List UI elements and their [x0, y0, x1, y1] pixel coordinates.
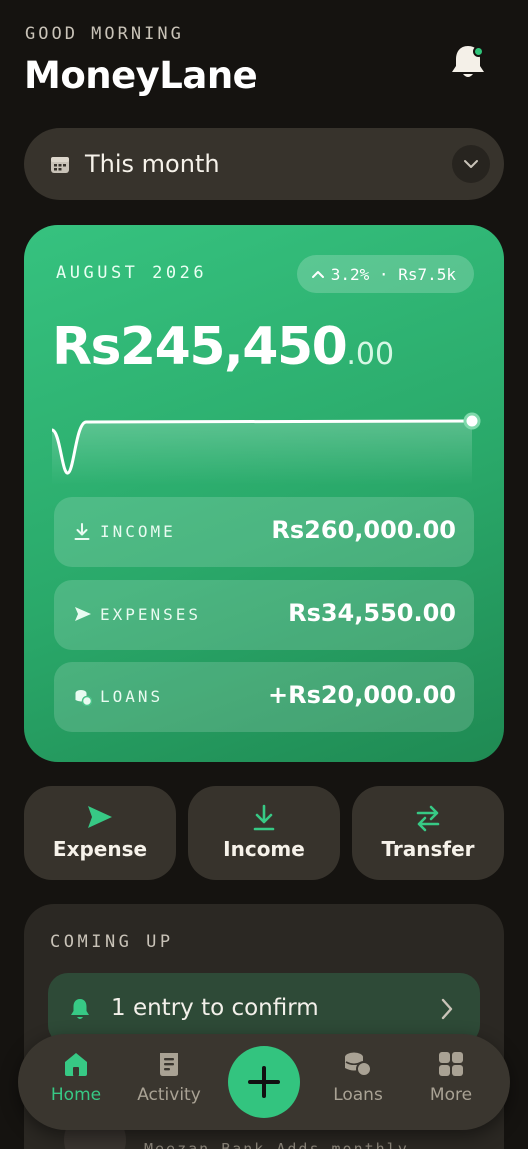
income-label: INCOME	[100, 522, 176, 541]
balance-sparkline	[52, 412, 481, 485]
coming-up-title: COMING UP	[50, 932, 174, 952]
transfer-button[interactable]: Transfer	[352, 786, 504, 880]
nav-home-label: Home	[50, 1085, 102, 1105]
nav-more-label: More	[429, 1085, 473, 1105]
add-entry-button[interactable]	[228, 1046, 300, 1118]
expenses-row[interactable]: EXPENSES Rs34,550.00	[54, 580, 474, 650]
send-icon	[88, 806, 112, 828]
loans-row[interactable]: LOANS +Rs20,000.00	[54, 662, 474, 732]
notifications-button[interactable]	[448, 42, 488, 82]
transfer-label: Transfer	[381, 837, 475, 861]
greeting: GOOD MORNING	[25, 24, 184, 44]
nav-activity-label: Activity	[137, 1085, 201, 1105]
grid-icon	[439, 1052, 463, 1076]
coins-icon	[75, 690, 92, 706]
income-value: Rs260,000.00	[271, 516, 456, 544]
amount-main: Rs245,450	[52, 317, 348, 377]
upcoming-item-peek: Meezan Bank Adds monthly	[144, 1140, 409, 1149]
bottom-nav: Home Activity Loans More	[18, 1034, 510, 1130]
chevron-down-icon	[464, 160, 478, 168]
nav-loans[interactable]: Loans	[318, 1050, 398, 1105]
download-icon	[74, 523, 90, 540]
loans-label: LOANS	[100, 687, 164, 706]
download-icon	[253, 804, 275, 831]
balance-card[interactable]: AUGUST 2026 3.2% · Rs7.5k Rs245,450.00 I…	[24, 225, 504, 762]
calendar-icon	[51, 157, 69, 173]
expense-label: Expense	[52, 837, 148, 861]
nav-activity[interactable]: Activity	[129, 1050, 209, 1105]
income-label: Income	[223, 837, 305, 861]
arrow-up-icon	[311, 271, 324, 278]
send-icon	[75, 607, 91, 621]
nav-home[interactable]: Home	[36, 1050, 116, 1105]
month-label: AUGUST 2026	[56, 263, 208, 283]
amount-decimals: .00	[346, 337, 395, 372]
bell-icon	[71, 999, 89, 1019]
coins-icon	[345, 1052, 372, 1077]
app-title: MoneyLane	[24, 54, 258, 97]
nav-more[interactable]: More	[411, 1050, 491, 1105]
income-row[interactable]: INCOME Rs260,000.00	[54, 497, 474, 567]
period-selector[interactable]: This month	[24, 128, 504, 200]
change-text: 3.2% · Rs7.5k	[330, 264, 456, 284]
add-income-button[interactable]: Income	[188, 786, 340, 880]
home-icon	[65, 1053, 87, 1076]
loans-value: +Rs20,000.00	[267, 681, 456, 709]
expenses-label: EXPENSES	[100, 605, 202, 624]
change-badge: 3.2% · Rs7.5k	[296, 255, 474, 293]
period-dropdown-button[interactable]	[452, 145, 490, 183]
transfer-icon	[416, 805, 440, 832]
nav-loans-label: Loans	[333, 1085, 383, 1105]
add-expense-button[interactable]: Expense	[24, 786, 176, 880]
receipt-icon	[160, 1053, 178, 1076]
period-label: This month	[85, 150, 220, 178]
notification-dot	[473, 46, 484, 57]
plus-icon	[248, 1066, 280, 1098]
expenses-value: Rs34,550.00	[288, 599, 456, 627]
total-balance: Rs245,450.00	[52, 317, 394, 377]
chevron-right-icon	[441, 998, 453, 1020]
confirm-text: 1 entry to confirm	[111, 995, 319, 1021]
